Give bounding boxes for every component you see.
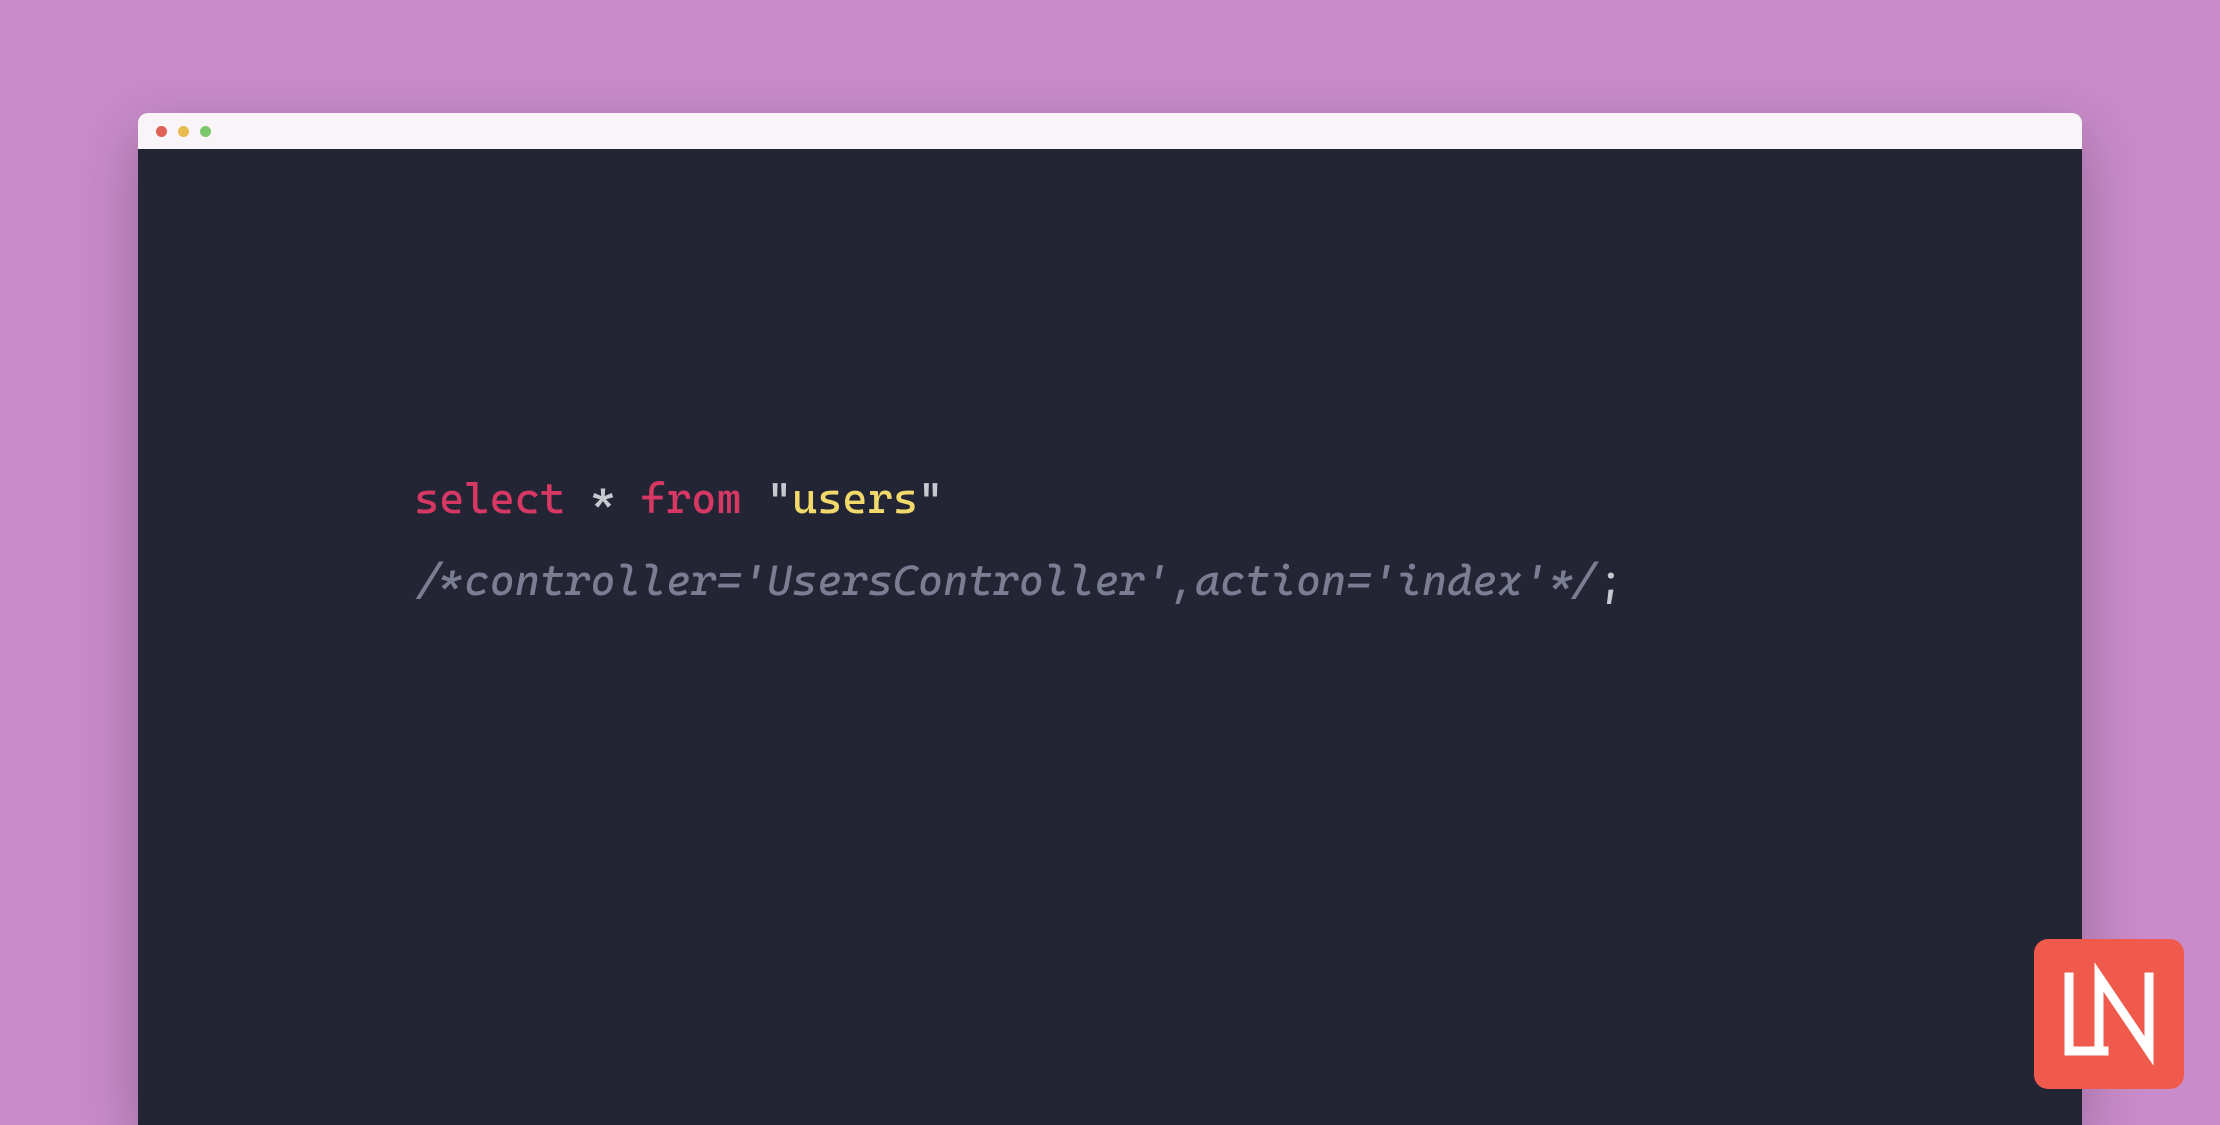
sql-semicolon: ; — [1598, 556, 1623, 606]
ln-logo-icon — [2054, 959, 2164, 1069]
editor-window: select * from "users" /*controller='User… — [138, 113, 2082, 1125]
sql-quote-open: " — [767, 474, 792, 524]
sql-table-name: users — [792, 474, 918, 524]
sql-quote-close: " — [918, 474, 943, 524]
sql-keyword-from: from — [641, 474, 742, 524]
sql-keyword-select: select — [414, 474, 565, 524]
brand-logo — [2034, 939, 2184, 1089]
sql-star: * — [565, 474, 641, 524]
close-icon[interactable] — [156, 126, 167, 137]
window-titlebar — [138, 113, 2082, 149]
maximize-icon[interactable] — [200, 126, 211, 137]
sql-comment: /*controller='UsersController',action='i… — [414, 556, 1598, 606]
code-editor: select * from "users" /*controller='User… — [138, 149, 2082, 1125]
minimize-icon[interactable] — [178, 126, 189, 137]
